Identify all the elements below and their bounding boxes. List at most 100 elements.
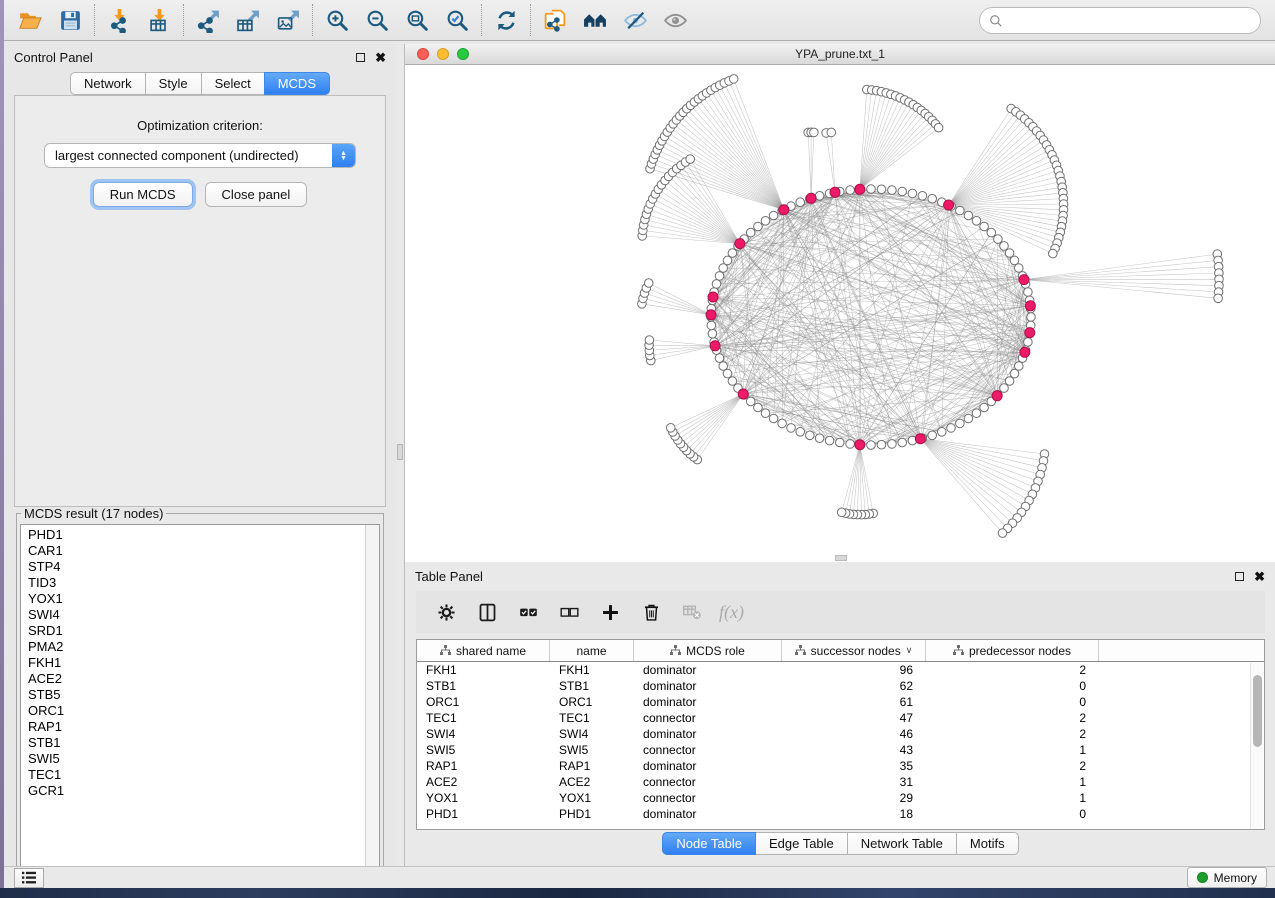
graph-node[interactable]	[729, 75, 738, 84]
search-input[interactable]	[1003, 10, 1260, 32]
graph-node[interactable]	[1005, 377, 1014, 386]
graph-node[interactable]	[796, 198, 805, 207]
graph-node[interactable]	[947, 424, 956, 433]
mcds-dominator-node[interactable]	[944, 200, 954, 210]
graph-node[interactable]	[898, 438, 907, 447]
mcds-result-item[interactable]: SWI5	[21, 751, 365, 767]
mcds-dominator-node[interactable]	[710, 341, 720, 351]
graph-node[interactable]	[898, 187, 907, 196]
graph-node[interactable]	[956, 419, 965, 428]
import-network-button[interactable]	[99, 3, 139, 37]
show-all-button[interactable]	[655, 3, 695, 37]
float-panel-icon[interactable]	[356, 53, 365, 62]
graph-node[interactable]	[1027, 313, 1036, 322]
graph-node[interactable]	[761, 409, 770, 418]
column-header-successor-nodes[interactable]: successor nodes∨	[782, 640, 926, 661]
graph-node[interactable]	[778, 419, 787, 428]
mcds-dominator-node[interactable]	[806, 193, 816, 203]
graph-node[interactable]	[846, 186, 855, 195]
add-column-button[interactable]	[594, 596, 626, 628]
mcds-result-item[interactable]: TID3	[21, 575, 365, 591]
graph-node[interactable]	[806, 431, 815, 440]
mcds-result-item[interactable]: PMA2	[21, 639, 365, 655]
table-row[interactable]: SWI5SWI5connector431	[417, 742, 1264, 758]
graph-node[interactable]	[867, 441, 876, 450]
mcds-dominator-node[interactable]	[1025, 301, 1035, 311]
mcds-dominator-node[interactable]	[738, 389, 748, 399]
mcds-result-item[interactable]: SRD1	[21, 623, 365, 639]
graph-node[interactable]	[728, 249, 737, 258]
column-header-name[interactable]: name	[550, 640, 634, 661]
graph-node[interactable]	[837, 508, 846, 517]
column-header-predecessor-nodes[interactable]: predecessor nodes	[926, 640, 1099, 661]
graph-node[interactable]	[761, 217, 770, 226]
window-close-icon[interactable]	[417, 48, 429, 60]
export-table-button[interactable]	[228, 3, 268, 37]
close-panel-icon[interactable]: ✖	[375, 53, 386, 62]
table-row[interactable]: STB1STB1dominator620	[417, 678, 1264, 694]
graph-node[interactable]	[956, 206, 965, 215]
graph-node[interactable]	[972, 217, 981, 226]
vertical-splitter[interactable]	[396, 44, 404, 866]
mcds-dominator-node[interactable]	[1025, 328, 1035, 338]
tab-style[interactable]: Style	[145, 72, 202, 95]
mcds-dominator-node[interactable]	[735, 239, 745, 249]
graph-node[interactable]	[938, 428, 947, 437]
table-scrollbar-thumb[interactable]	[1253, 675, 1262, 747]
mcds-dominator-node[interactable]	[915, 434, 925, 444]
graph-node[interactable]	[980, 222, 989, 231]
optimization-criterion-select[interactable]: largest connected component (undirected)…	[44, 143, 356, 168]
graph-node[interactable]	[877, 440, 886, 449]
task-history-button[interactable]	[14, 868, 44, 888]
mcds-result-item[interactable]: TEC1	[21, 767, 365, 783]
mcds-result-item[interactable]: FKH1	[21, 655, 365, 671]
graph-node[interactable]	[1214, 294, 1223, 303]
tab-node-table[interactable]: Node Table	[662, 832, 756, 855]
graph-node[interactable]	[1000, 242, 1009, 251]
graph-node[interactable]	[815, 434, 824, 443]
graph-node[interactable]	[888, 440, 897, 449]
mcds-result-scrollbar[interactable]	[365, 525, 379, 887]
mcds-dominator-node[interactable]	[992, 391, 1002, 401]
graph-node[interactable]	[1000, 384, 1009, 393]
graph-node[interactable]	[994, 235, 1003, 244]
mcds-result-item[interactable]: SWI4	[21, 607, 365, 623]
delete-column-button[interactable]	[635, 596, 667, 628]
mcds-result-item[interactable]: PHD1	[21, 527, 365, 543]
graph-node[interactable]	[769, 414, 778, 423]
mcds-result-item[interactable]: STP4	[21, 559, 365, 575]
graph-node[interactable]	[825, 436, 834, 445]
table-row[interactable]: YOX1YOX1connector291	[417, 790, 1264, 806]
mcds-result-item[interactable]: GCR1	[21, 783, 365, 799]
mcds-dominator-node[interactable]	[706, 310, 716, 320]
graph-node[interactable]	[928, 194, 937, 203]
graph-node[interactable]	[754, 222, 763, 231]
zoom-fit-button[interactable]	[397, 3, 437, 37]
graph-node[interactable]	[998, 529, 1007, 538]
graph-node[interactable]	[815, 192, 824, 201]
graph-node[interactable]	[666, 424, 675, 433]
copy-network-button[interactable]	[535, 3, 575, 37]
zoom-selected-button[interactable]	[437, 3, 477, 37]
table-row[interactable]: RAP1RAP1dominator352	[417, 758, 1264, 774]
table-row[interactable]: ACE2ACE2connector311	[417, 774, 1264, 790]
first-neighbors-button[interactable]	[575, 3, 615, 37]
hide-selected-button[interactable]	[615, 3, 655, 37]
mcds-result-item[interactable]: STB5	[21, 687, 365, 703]
mcds-result-item[interactable]: ACE2	[21, 671, 365, 687]
column-header-shared-name[interactable]: shared name	[417, 640, 550, 661]
export-image-button[interactable]	[268, 3, 308, 37]
window-minimize-icon[interactable]	[437, 48, 449, 60]
save-session-button[interactable]	[50, 3, 90, 37]
vertical-splitter-handle[interactable]	[397, 444, 403, 460]
graph-node[interactable]	[644, 279, 653, 288]
graph-node[interactable]	[846, 440, 855, 449]
run-mcds-button[interactable]: Run MCDS	[93, 182, 193, 207]
tab-network-table[interactable]: Network Table	[847, 832, 957, 855]
graph-node[interactable]	[934, 123, 943, 132]
import-table-button[interactable]	[139, 3, 179, 37]
mcds-dominator-node[interactable]	[830, 187, 840, 197]
zoom-out-button[interactable]	[357, 3, 397, 37]
horizontal-splitter-handle[interactable]	[835, 555, 847, 561]
graph-node[interactable]	[1024, 338, 1033, 347]
